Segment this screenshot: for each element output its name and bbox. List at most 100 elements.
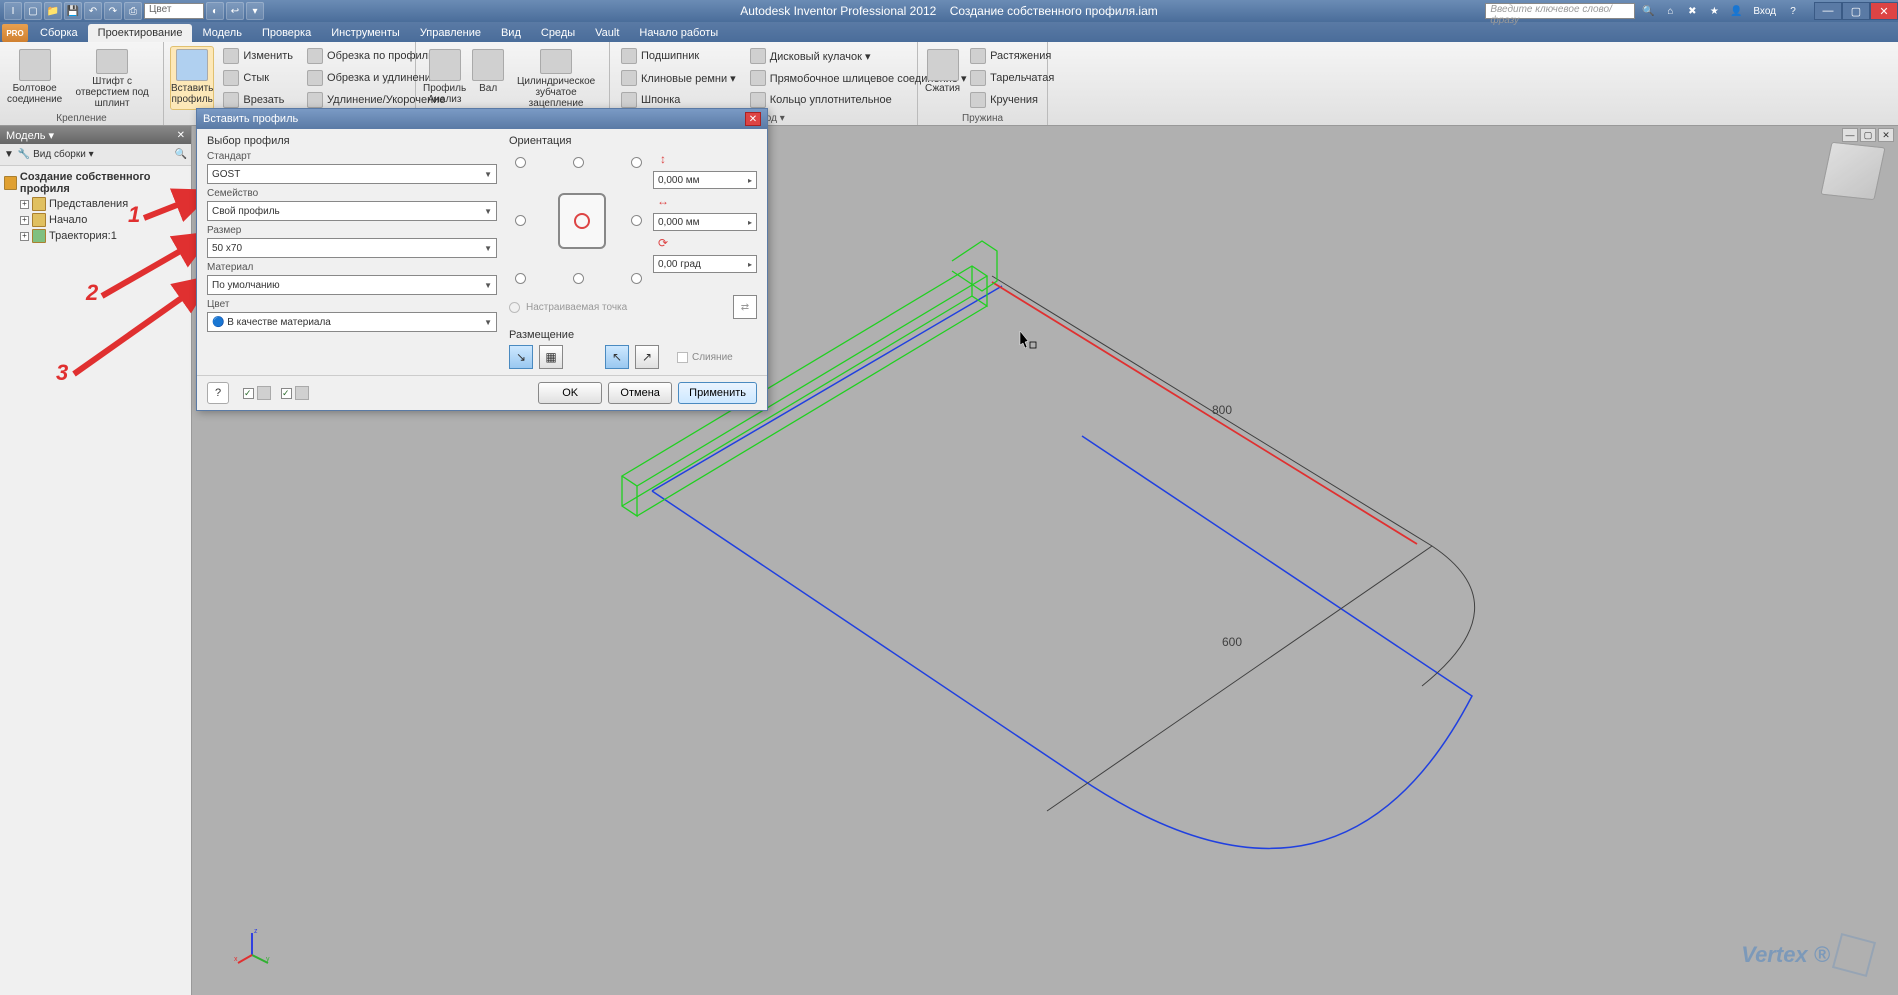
orient-tc-radio[interactable] <box>573 157 584 168</box>
select-face-button[interactable]: ▦ <box>539 345 563 369</box>
color-combo[interactable]: 🔵 В качестве материала ▼ <box>207 312 497 332</box>
qat-save-icon[interactable]: 💾 <box>64 2 82 20</box>
angle-input[interactable]: 0,00 град▸ <box>653 255 757 273</box>
tab-design[interactable]: Проектирование <box>88 24 193 42</box>
tab-getstarted[interactable]: Начало работы <box>629 24 728 42</box>
ok-button[interactable]: OK <box>538 382 602 404</box>
browser-header[interactable]: Модель ▾ ✕ <box>0 126 191 144</box>
tab-model[interactable]: Модель <box>192 24 251 42</box>
mirror-button[interactable]: ⇄ <box>733 295 757 319</box>
standard-value: GOST <box>212 169 240 180</box>
standard-combo[interactable]: GOST ▼ <box>207 164 497 184</box>
orient-bc-radio[interactable] <box>573 273 584 284</box>
cancel-button[interactable]: Отмена <box>608 382 672 404</box>
orient-mr-radio[interactable] <box>631 215 642 226</box>
oring-icon <box>750 92 766 108</box>
qat-return-icon[interactable]: ↩ <box>226 2 244 20</box>
extension-spring-button[interactable]: Растяжения <box>965 46 1059 66</box>
material-label: Материал <box>207 262 497 273</box>
tab-view[interactable]: Вид <box>491 24 531 42</box>
bearing-icon <box>621 48 637 64</box>
size-combo[interactable]: 50 x70 ▼ <box>207 238 497 258</box>
material-combo[interactable]: По умолчанию ▼ <box>207 275 497 295</box>
notch-button[interactable]: Врезать <box>218 90 298 110</box>
belleville-spring-button[interactable]: Тарельчатая <box>965 68 1059 88</box>
color-style-combo[interactable]: Цвет <box>144 3 204 19</box>
qat-print-icon[interactable]: ⎙ <box>124 2 142 20</box>
expander-icon[interactable]: + <box>20 216 29 225</box>
minimize-button[interactable]: — <box>1814 2 1842 20</box>
doc-restore-button[interactable]: ▢ <box>1860 128 1876 142</box>
help-button[interactable]: ? <box>207 382 229 404</box>
apply-button[interactable]: Применить <box>678 382 757 404</box>
standard-label: Стандарт <box>207 151 497 162</box>
tab-assembly[interactable]: Сборка <box>30 24 88 42</box>
qat-redo-icon[interactable]: ↷ <box>104 2 122 20</box>
qat-material-icon[interactable]: ◐ <box>206 2 224 20</box>
key-button[interactable]: Шпонка <box>616 90 741 110</box>
key-icon <box>621 92 637 108</box>
app-menu-button[interactable]: I <box>4 2 22 20</box>
expander-icon[interactable]: + <box>20 232 29 241</box>
tab-tools[interactable]: Инструменты <box>321 24 410 42</box>
doc-minimize-button[interactable]: — <box>1842 128 1858 142</box>
close-button[interactable]: ✕ <box>1870 2 1898 20</box>
tab-inspect[interactable]: Проверка <box>252 24 321 42</box>
option-check-2[interactable] <box>281 386 309 400</box>
orient-tl-radio[interactable] <box>515 157 526 168</box>
insert-frame-label: Вставить профиль <box>171 83 213 105</box>
qat-undo-icon[interactable]: ↶ <box>84 2 102 20</box>
favorite-icon[interactable]: ★ <box>1705 2 1723 20</box>
family-combo[interactable]: Свой профиль ▼ <box>207 201 497 221</box>
vbelt-button[interactable]: Клиновые ремни ▾ <box>616 68 741 88</box>
chevron-down-icon: ▼ <box>484 207 492 216</box>
cursor-mode-button[interactable]: ↖ <box>605 345 629 369</box>
bolt-connection-button[interactable]: Болтовое соединение <box>6 46 63 110</box>
cursor-alt-button[interactable]: ↗ <box>635 345 659 369</box>
dialog-titlebar[interactable]: Вставить профиль ✕ <box>197 109 767 129</box>
dialog-close-button[interactable]: ✕ <box>745 112 761 126</box>
find-icon[interactable]: 🔍 <box>175 149 187 160</box>
search-submit-icon[interactable]: 🔍 <box>1639 2 1657 20</box>
bearing-button[interactable]: Подшипник <box>616 46 741 66</box>
qat-open-icon[interactable]: 📁 <box>44 2 62 20</box>
pin-hole-button[interactable]: Штифт с отверстием под шплинт <box>67 46 157 110</box>
select-edge-button[interactable]: ↘ <box>509 345 533 369</box>
help-search-input[interactable]: Введите ключевое слово/фразу <box>1485 3 1635 19</box>
view-mode-combo[interactable]: 🔧 Вид сборки ▾ <box>18 149 94 160</box>
browser-close-icon[interactable]: ✕ <box>177 130 185 141</box>
qat-more-icon[interactable]: ▾ <box>246 2 264 20</box>
login-label[interactable]: Вход <box>1749 2 1780 20</box>
family-value: Свой профиль <box>212 206 280 217</box>
subscription-icon[interactable]: ⌂ <box>1661 2 1679 20</box>
miter-button[interactable]: Стык <box>218 68 298 88</box>
compression-spring-button[interactable]: Сжатия <box>924 46 961 110</box>
merge-checkbox[interactable]: Слияние <box>677 352 733 363</box>
torsion-spring-button[interactable]: Кручения <box>965 90 1059 110</box>
filter-icon[interactable]: ▼ <box>4 149 14 160</box>
orient-br-radio[interactable] <box>631 273 642 284</box>
orient-tr-radio[interactable] <box>631 157 642 168</box>
frame-analysis-button[interactable]: Профиль Анализ <box>422 46 467 110</box>
qat-new-icon[interactable]: ▢ <box>24 2 42 20</box>
horizontal-offset-input[interactable]: 0,000 мм▸ <box>653 213 757 231</box>
shaft-button[interactable]: Вал <box>471 46 505 110</box>
angle-icon: ⟳ <box>653 235 673 251</box>
help-icon[interactable]: ? <box>1784 2 1802 20</box>
insert-frame-button[interactable]: Вставить профиль <box>170 46 214 110</box>
orient-ml-radio[interactable] <box>515 215 526 226</box>
exchange-icon[interactable]: ✖ <box>1683 2 1701 20</box>
chevron-down-icon: ▼ <box>484 170 492 179</box>
tab-manage[interactable]: Управление <box>410 24 491 42</box>
vertical-offset-input[interactable]: 0,000 мм▸ <box>653 171 757 189</box>
spur-gear-button[interactable]: Цилиндрическое зубчатое зацепление <box>509 46 603 110</box>
maximize-button[interactable]: ▢ <box>1842 2 1870 20</box>
option-check-1[interactable] <box>243 386 271 400</box>
edit-button[interactable]: Изменить <box>218 46 298 66</box>
tab-environments[interactable]: Среды <box>531 24 585 42</box>
tab-vault[interactable]: Vault <box>585 24 629 42</box>
user-icon[interactable]: 👤 <box>1727 2 1745 20</box>
orient-bl-radio[interactable] <box>515 273 526 284</box>
expander-icon[interactable]: + <box>20 200 29 209</box>
doc-close-button[interactable]: ✕ <box>1878 128 1894 142</box>
